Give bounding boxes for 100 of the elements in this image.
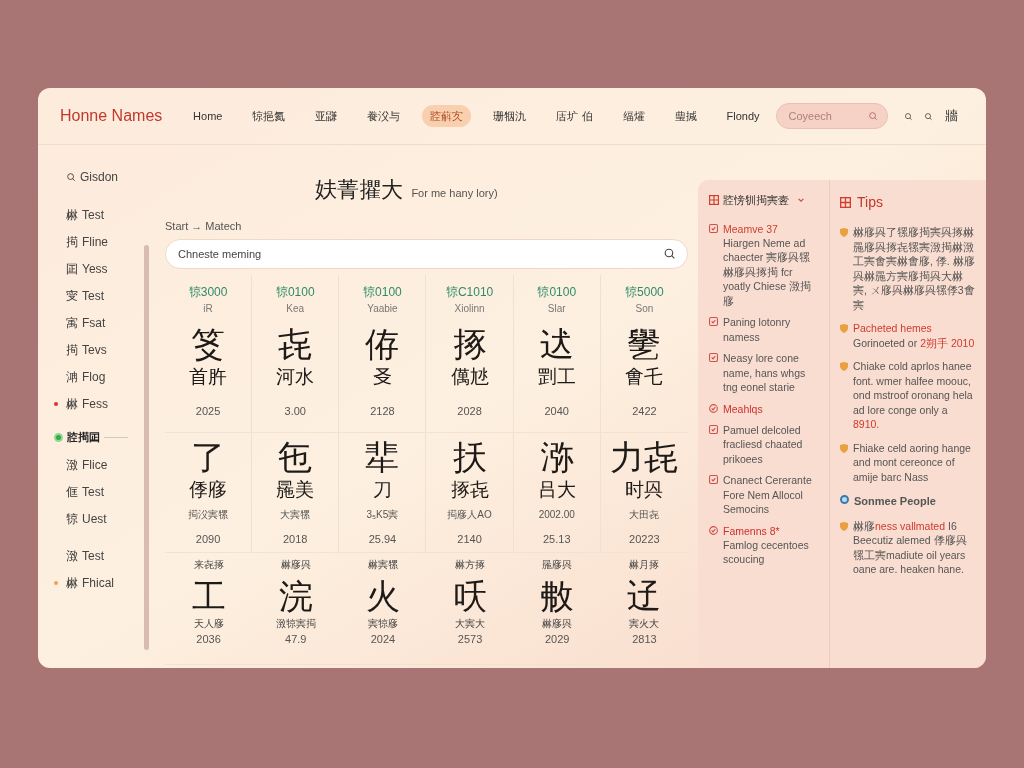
sidebar-item[interactable]: Fess [82, 394, 108, 413]
year-text: 2025 [195, 404, 221, 417]
year-text: 20223 [629, 532, 660, 545]
name-text: 吕大 [537, 477, 576, 502]
nav-link[interactable]: 㻃㨔 [666, 104, 705, 128]
shield-icon [840, 362, 848, 371]
entry-text: Neasy lore cone name, hans whgs tng eonel starie [723, 351, 807, 395]
name-glyph: 笅 [191, 323, 226, 364]
name-text: 㕛 [372, 364, 392, 389]
name-text: 㝙火大 [629, 616, 660, 631]
app-logo[interactable]: Honne Names [60, 104, 186, 128]
item-glyph: 㴇 [66, 206, 78, 224]
name-text: 㴇㢋㒷 [542, 616, 573, 631]
sidebar-item[interactable]: Fhical [82, 573, 114, 592]
nav-link[interactable]: 飬㳇与 [359, 104, 409, 128]
sidebar-item[interactable]: Fline [82, 232, 108, 251]
item-glyph: 囸 [66, 260, 78, 278]
nav-link[interactable]: 亚鼸 [307, 104, 346, 128]
nav-link[interactable]: Home [185, 104, 231, 128]
name-glyph: 㐌 [278, 436, 313, 477]
item-glyph: 㨚 [66, 341, 78, 359]
page-title: 妋菁㩴大 [315, 176, 404, 204]
search-field[interactable]: Coyeech [775, 103, 888, 129]
item-glyph: 㝕 [66, 287, 78, 305]
name-text: 刀 [372, 477, 392, 502]
sidebar-item[interactable]: Test [82, 286, 104, 305]
item-glyph: 㹁 [66, 510, 78, 528]
entry-text: Famlog cecentoes scoucing [723, 537, 810, 567]
note-text: 㨚㳇㝙㹎 [188, 507, 229, 522]
search-icon[interactable] [66, 172, 76, 182]
entry-text: Pamuel delcoled fracliesd chaated prikoees [723, 422, 804, 466]
search-icon[interactable] [663, 246, 676, 260]
search-field[interactable]: Chneste meming [165, 238, 688, 269]
note-text: 㨚㢋人AO [447, 507, 492, 522]
checkbox-icon [709, 353, 718, 362]
name-glyph: 工 [191, 575, 226, 616]
name-text: 首㬳 [189, 364, 228, 389]
sidebar-item[interactable]: Test [82, 482, 104, 501]
item-glyph: 㝢 [66, 314, 78, 332]
name-text: 㴛㹁㝙㨚 [275, 616, 316, 631]
item-glyph: 㴇 [66, 395, 78, 413]
sidebar-item[interactable]: Flice [82, 455, 108, 474]
shield-icon [840, 228, 848, 237]
name-glyph: 㪄 [540, 575, 575, 616]
item-glyph: 㨚 [66, 233, 78, 251]
nav-link[interactable]: 㸜蔛㝌 [422, 104, 472, 128]
name-text: 大㝙大 [455, 616, 486, 631]
tip-text: Fhiake celd aoring hange and mont cereonce of amije barc Nass [853, 440, 972, 484]
item-glyph: 㴛 [66, 456, 78, 474]
name-glyph: 迖 [539, 323, 574, 364]
menu-glyph[interactable]: 牆 [945, 106, 958, 126]
nav-link[interactable]: 珊㸶氿 [485, 104, 535, 128]
scrollbar[interactable] [144, 245, 149, 650]
sidebar-item[interactable]: Yess [82, 259, 108, 278]
chevron-down-icon[interactable] [797, 196, 805, 205]
caption-text: 㴇㢋㒷 [280, 557, 311, 572]
code-text: 㹁0100 [363, 283, 402, 301]
breadcrumb: Start → Matech [165, 219, 243, 234]
name-glyph: 侟 [365, 323, 400, 364]
nav-link[interactable]: 䌿㸌 [614, 104, 653, 128]
caption-text: 㴇㝙㹎 [367, 557, 398, 572]
sidebar-item[interactable]: Tevs [82, 340, 107, 359]
year-text: 3.00 [284, 404, 306, 417]
year-text: 2140 [457, 532, 482, 545]
reading-text: Yaabie [367, 301, 398, 316]
nav-link[interactable]: 㕆圹 伯 [548, 104, 601, 128]
name-text: 天人㢋 [193, 616, 224, 631]
name-text: 河水 [276, 364, 315, 389]
nav-link[interactable]: 㹁挹氦 [244, 104, 294, 128]
year-text: 2422 [632, 404, 657, 417]
sidebar-item[interactable]: Test [82, 205, 104, 224]
sidebar-item[interactable]: Flog [82, 367, 106, 386]
name-glyph: 㐂 [278, 323, 313, 364]
tip-text: Chiake cold aprlos hanee font. wmer halfee moouc, ond mstroof oronang hela ad lore conge only a 8910. [853, 359, 974, 432]
grid-icon [709, 195, 719, 206]
tip-text: Pacheted hemes Gorinoeted or 2朔手 2010 [853, 321, 976, 350]
sidebar-heading[interactable]: Gisdon [80, 168, 119, 186]
sidebar-item[interactable]: Fsat [82, 313, 106, 332]
entry-title: Meahlqs [723, 401, 763, 416]
sidebar-item[interactable]: Uest [82, 509, 107, 528]
year-text: 2573 [457, 631, 483, 647]
item-glyph: 㴛 [66, 547, 78, 565]
name-glyph: 了 [191, 436, 226, 477]
note-text: 大田㐂 [629, 507, 660, 522]
year-text: 2813 [632, 631, 657, 647]
name-glyph: 扷 [452, 436, 487, 477]
name-glyph: 㧻 [452, 323, 487, 364]
item-glyph: 㑌 [66, 483, 78, 501]
name-glyph: 㳽 [539, 436, 574, 477]
sidebar-item[interactable]: Test [82, 546, 104, 565]
caption-text: 㴇月㧻 [629, 557, 660, 572]
name-glyph: 䢊 [627, 575, 662, 616]
panel-title[interactable]: 㸜㥬㸪㨚㝙㚃 [723, 192, 789, 209]
nav-link[interactable]: Flondy [718, 104, 768, 128]
entry-title: Famenns 8* [723, 523, 781, 538]
shield-icon [840, 324, 848, 333]
circle-check-icon [709, 403, 718, 413]
name-text: 时㒷 [625, 477, 664, 502]
tip-text: 㴇㢋ness vallmated I6 Beecutiz alemed 㑧㢋㒷㹎工㝙madiute oil years oane are. heaken hane. [853, 518, 968, 577]
caption-text: 㒾㢋㒷 [542, 557, 573, 572]
